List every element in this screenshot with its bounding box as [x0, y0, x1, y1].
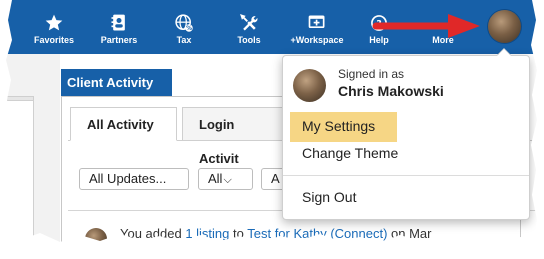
listing-link[interactable]: 1 listing [185, 226, 229, 241]
user-avatar-icon[interactable] [488, 10, 521, 43]
filter-label: All Updates... [89, 171, 167, 186]
svg-text:%: % [186, 26, 192, 32]
nav-item-workspace[interactable]: +Workspace [282, 0, 352, 54]
client-link[interactable]: Test for Kathy (Connect) [247, 226, 387, 241]
activity-text: You added [120, 226, 186, 241]
callout-arrow [372, 14, 480, 38]
dropdown-caret-fill [497, 49, 511, 56]
contact-card-icon [111, 14, 125, 31]
client-activity-title[interactable]: Client Activity [61, 69, 172, 96]
nav-item-partners[interactable]: Partners [92, 0, 146, 54]
signed-in-label: Signed in as [338, 67, 405, 81]
nav-item-label: g [5, 35, 11, 45]
nav-item-label: Partners [100, 35, 138, 45]
globe-percent-icon: % [175, 14, 193, 32]
workspace-add-icon [308, 15, 325, 28]
tab-login-activity[interactable]: Login Activit [182, 107, 290, 166]
nav-item-tools[interactable]: Tools [226, 0, 272, 54]
folder-icon [0, 13, 19, 33]
all-filter-dropdown[interactable]: All⌵ [198, 168, 253, 190]
activity-avatar [85, 228, 107, 250]
activity-entry: You added 1 listing to Test for Kathy (C… [120, 226, 431, 241]
nav-item-label: Tools [237, 35, 261, 45]
menu-item-change-theme[interactable]: Change Theme [302, 145, 398, 161]
menu-item-sign-out[interactable]: Sign Out [302, 189, 356, 205]
nav-item-tax[interactable]: % Tax [162, 0, 206, 54]
activity-text: to [229, 226, 248, 241]
left-panel [4, 100, 34, 259]
chevron-down-icon: ⌵ [223, 174, 232, 186]
screenshot: g Favorites Partners % Tax Tools +Worksp… [0, 0, 544, 259]
filter-label: All [208, 171, 223, 186]
wrench-screwdriver-icon [240, 14, 258, 31]
nav-item-label: Tax [176, 35, 192, 45]
nav-item-partial[interactable]: g [0, 0, 22, 54]
dropdown-avatar [293, 69, 326, 102]
all-updates-filter[interactable]: All Updates... [79, 168, 189, 190]
filter-label: A [271, 171, 280, 186]
star-icon [45, 14, 63, 31]
user-name: Chris Makowski [338, 83, 444, 99]
nav-item-favorites[interactable]: Favorites [28, 0, 80, 54]
menu-divider [283, 175, 529, 176]
activity-text: on Mar [387, 226, 432, 241]
nav-item-label: +Workspace [290, 35, 344, 45]
menu-item-my-settings[interactable]: My Settings [302, 118, 375, 134]
tab-all-activity[interactable]: All Activity [70, 107, 177, 141]
nav-item-label: Favorites [33, 35, 75, 45]
